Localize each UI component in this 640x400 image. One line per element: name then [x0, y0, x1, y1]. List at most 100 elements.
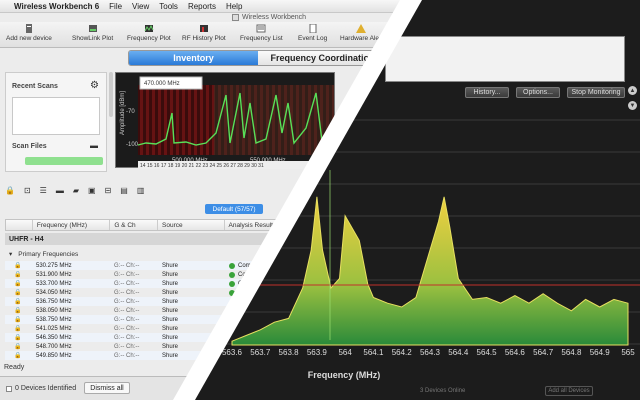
lock-icon[interactable]: 🔒: [5, 280, 32, 287]
row-frequency: 531.900 MHz: [36, 271, 72, 278]
lock-icon[interactable]: 🔒: [5, 334, 32, 341]
scan-file-item[interactable]: [25, 157, 103, 165]
unlock-icon[interactable]: ⊡: [24, 186, 31, 195]
x-tick-label: 564.6: [504, 348, 525, 357]
row-source: Shure: [162, 298, 179, 305]
row-source: Shure: [162, 289, 179, 296]
status-text: Ready: [4, 364, 25, 371]
devices-checkbox[interactable]: [6, 385, 12, 392]
x-tick-label: 564: [338, 348, 352, 357]
minus-icon[interactable]: ▬: [56, 186, 64, 195]
subgroup-row[interactable]: ▾ Primary Frequencies: [5, 249, 305, 259]
row-gch: G:-- Ch:--: [114, 352, 140, 359]
row-frequency: 546.350 MHz: [36, 334, 72, 341]
expand-icon[interactable]: ▾: [9, 250, 12, 258]
subgroup-label: Primary Frequencies: [18, 250, 79, 258]
add-device-icon: [25, 24, 32, 33]
devices-identified-label: 0 Devices Identified: [15, 385, 77, 392]
menu-help[interactable]: Help: [226, 2, 242, 11]
lock-icon[interactable]: 🔒: [5, 307, 32, 314]
row-source: Shure: [162, 316, 179, 323]
col-frequency[interactable]: Frequency (MHz): [33, 220, 111, 230]
scan-plot-marker-label: 470.000 MHz: [144, 81, 180, 87]
import-icon[interactable]: ⊟: [105, 186, 112, 195]
row-frequency: 549.850 MHz: [36, 352, 72, 359]
add-device-button[interactable]: Add new device: [6, 24, 52, 46]
x-tick-label: 564.9: [589, 348, 610, 357]
row-frequency: 533.700 MHz: [36, 280, 72, 287]
frequency-list-icon: [256, 24, 266, 33]
scan-plot-ytick: -70: [126, 109, 135, 115]
rf-history-plot-button[interactable]: RF History Plot: [182, 24, 226, 46]
x-tick-label: 564.4: [448, 348, 469, 357]
delete-icon[interactable]: ▥: [137, 186, 145, 195]
frequency-list-button[interactable]: Frequency List: [240, 24, 283, 46]
recent-scans-list[interactable]: [12, 97, 100, 135]
row-frequency: 534.050 MHz: [36, 289, 72, 296]
spectrum-area: [231, 196, 629, 346]
hardware-alerts-label: Hardware Aler: [340, 35, 382, 42]
recent-scans-title: Recent Scans: [12, 83, 58, 90]
row-analysis: Co: [238, 271, 246, 278]
lock-icon[interactable]: 🔒: [5, 343, 32, 350]
x-tick-label: 565: [621, 348, 635, 357]
lock-icon[interactable]: 🔒: [5, 298, 32, 305]
lock-icon[interactable]: 🔒: [5, 289, 32, 296]
lock-icon[interactable]: 🔒: [5, 186, 15, 195]
save-icon[interactable]: ▣: [88, 186, 96, 195]
col-lock[interactable]: [6, 220, 33, 230]
default-filter-button[interactable]: Default (57/57): [205, 204, 263, 214]
window-title-text: Wireless Workbench: [242, 14, 307, 21]
folder-icon[interactable]: ▬: [90, 141, 98, 150]
app-name[interactable]: Wireless Workbench 6: [14, 2, 99, 11]
x-tick-label: 563.8: [278, 348, 299, 357]
gear-icon[interactable]: ⚙: [90, 80, 99, 91]
lock-icon[interactable]: 🔒: [5, 316, 32, 323]
row-gch: G:-- Ch:--: [114, 343, 140, 350]
window-title: Wireless Workbench: [232, 14, 306, 21]
hardware-alerts-button[interactable]: Hardware Aler: [340, 24, 381, 46]
event-log-button[interactable]: Event Log: [298, 24, 327, 46]
list-icon[interactable]: ☰: [40, 186, 47, 195]
x-tick-label: 564.5: [476, 348, 497, 357]
scans-scrollbar[interactable]: [109, 72, 113, 117]
row-frequency: 536.750 MHz: [36, 298, 72, 305]
list-toolbar: 🔒 ⊡ ☰ ▬ ▰ ▣ ⊟ ▤ ▥: [5, 183, 305, 197]
row-gch: G:-- Ch:--: [114, 280, 140, 287]
add-all-devices-button[interactable]: Add all Devices: [545, 386, 593, 396]
menu-view[interactable]: View: [132, 2, 149, 11]
row-frequency: 548.700 MHz: [36, 343, 72, 350]
menu-reports[interactable]: Reports: [188, 2, 216, 11]
row-source: Shure: [162, 325, 179, 332]
x-tick-label: 564.2: [391, 348, 412, 357]
rf-history-label: RF History Plot: [182, 35, 226, 42]
menu-tools[interactable]: Tools: [159, 2, 178, 11]
folder-icon[interactable]: ▰: [73, 186, 79, 195]
frequency-plot-button[interactable]: Frequency Plot: [127, 24, 171, 46]
row-gch: G:-- Ch:--: [114, 289, 140, 296]
row-source: Shure: [162, 307, 179, 314]
devices-online-text: 3 Devices Online: [420, 388, 466, 394]
lock-icon[interactable]: 🔒: [5, 262, 32, 269]
row-frequency: 530.275 MHz: [36, 262, 72, 269]
col-gch[interactable]: G & Ch: [110, 220, 158, 230]
col-source[interactable]: Source: [158, 220, 225, 230]
scans-panel: Recent Scans ⚙ Scan Files ▬: [5, 72, 107, 172]
add-device-label: Add new device: [6, 35, 52, 42]
lock-icon[interactable]: 🔒: [5, 352, 32, 359]
window-icon: [232, 14, 239, 21]
devices-identified: 0 Devices Identified: [6, 385, 76, 392]
tab-frequency-coordination[interactable]: Frequency Coordination: [258, 51, 387, 65]
tab-inventory[interactable]: Inventory: [129, 51, 258, 65]
menu-file[interactable]: File: [109, 2, 122, 11]
lock-icon[interactable]: 🔒: [5, 325, 32, 332]
showlink-plot-button[interactable]: ShowLink Plot: [72, 24, 113, 46]
lock-icon[interactable]: 🔒: [5, 271, 32, 278]
row-gch: G:-- Ch:--: [114, 262, 140, 269]
x-tick-label: 564.7: [533, 348, 554, 357]
showlink-label: ShowLink Plot: [72, 35, 114, 42]
dismiss-all-button[interactable]: Dismiss all: [84, 382, 130, 394]
export-icon[interactable]: ▤: [120, 186, 128, 195]
group-row[interactable]: UHFR - H4: [5, 233, 305, 245]
scan-plot[interactable]: 470.000 MHz Amplitude [dBm] -70 -100 500…: [115, 72, 335, 169]
